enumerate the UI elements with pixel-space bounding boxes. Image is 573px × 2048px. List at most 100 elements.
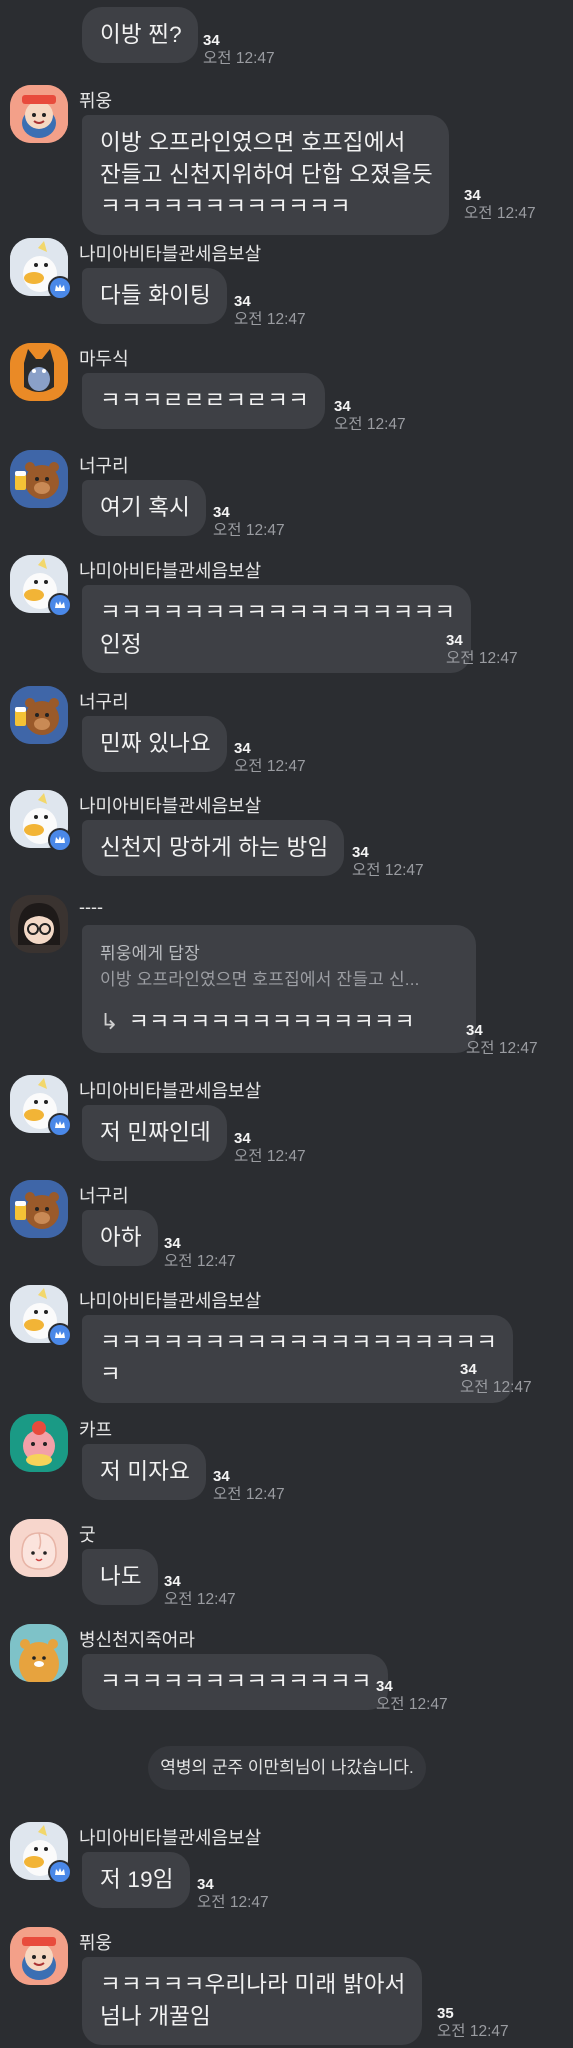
message-meta: 34 오전 12:47: [234, 740, 306, 776]
sender-name: 퓌웅: [79, 1933, 113, 1953]
unread-count: 35: [437, 2005, 454, 2022]
pink-character-avatar-icon: [10, 1414, 68, 1472]
message-bubble[interactable]: ㅋㅋㅋㅋㅋㅋㅋㅋㅋㅋㅋㅋㅋㅋㅋㅋㅋ 인정: [82, 585, 472, 673]
message-time: 오전 12:47: [164, 1253, 236, 1270]
message-line: 넘나 개꿀임: [100, 2004, 211, 2029]
crown-icon: [55, 284, 65, 291]
unread-count: 34: [213, 504, 230, 521]
message-bubble[interactable]: 여기 혹시: [82, 480, 207, 536]
sender-name: 나미아비타블관세음보살: [79, 1291, 262, 1311]
unread-count: 34: [197, 1876, 214, 1893]
message-line: ㅋㅋㅋㅋㅋㅋㅋㅋㅋㅋㅋㅋㅋ: [100, 1669, 372, 1694]
peach-avatar-icon: [10, 1519, 68, 1577]
avatar-punch[interactable]: [10, 85, 68, 143]
message-bubble[interactable]: 민짜 있나요: [82, 716, 227, 772]
sender-name: ----: [79, 897, 103, 917]
avatar-girl[interactable]: [10, 895, 68, 953]
punch-character-avatar-icon: [10, 85, 68, 143]
reply-message-bubble[interactable]: 퓌웅에게 답장 이방 오프라인였으면 호프집에서 잔들고 신... ↳ ㅋㅋㅋㅋㅋ…: [82, 925, 476, 1053]
message-time: 오전 12:47: [213, 1486, 285, 1503]
crown-icon: [55, 1121, 65, 1128]
crown-icon: [55, 1331, 65, 1338]
sender-name: 너구리: [79, 456, 129, 476]
message-meta: 34 오전 12:47: [460, 1361, 532, 1397]
message-line: 저 민짜인데: [100, 1120, 211, 1145]
sender-name: 나미아비타블관세음보살: [79, 1081, 262, 1101]
avatar-peach[interactable]: [10, 1519, 68, 1577]
message-bubble[interactable]: ㅋㅋㅋㅋㅋㅋㅋㅋㅋㅋㅋㅋㅋㅋㅋㅋㅋㅋㅋ ㅋ: [82, 1315, 514, 1403]
message-line: 아하: [100, 1225, 142, 1250]
message-line: ↳ ㅋㅋㅋㅋㅋㅋㅋㅋㅋㅋㅋㅋㅋㅋ: [100, 1007, 458, 1037]
avatar-bear[interactable]: [10, 686, 68, 744]
message-time: 오전 12:47: [334, 416, 406, 433]
message-meta: 34 오전 12:47: [446, 632, 518, 668]
bear-with-beer-avatar-icon: [10, 686, 68, 744]
unread-count: 34: [234, 740, 251, 757]
message-bubble[interactable]: 나도: [82, 1549, 158, 1605]
unread-count: 34: [460, 1361, 477, 1378]
message-bubble[interactable]: 저 민짜인데: [82, 1105, 227, 1161]
host-crown-badge: [48, 828, 72, 852]
message-meta: 35 오전 12:47: [437, 2005, 509, 2041]
message-line: 이방 찐?: [100, 22, 182, 47]
sender-name: 나미아비타블관세음보살: [79, 561, 262, 581]
punch-character-avatar-icon: [10, 1927, 68, 1985]
sender-name: 나미아비타블관세음보살: [79, 1828, 262, 1848]
message-meta: 34 오전 12:47: [164, 1235, 236, 1271]
message-time: 오전 12:47: [203, 50, 275, 67]
bear-with-beer-avatar-icon: [10, 1180, 68, 1238]
message-bubble[interactable]: ㅋㅋㅋㅋㅋ우리나라 미래 밝아서 넘나 개꿀임: [82, 1957, 422, 2045]
host-crown-badge: [48, 1113, 72, 1137]
avatar-frog[interactable]: [10, 1414, 68, 1472]
avatar-punch[interactable]: [10, 1927, 68, 1985]
message-bubble[interactable]: 이방 찐?: [82, 7, 198, 63]
unread-count: 34: [234, 293, 251, 310]
sender-name: 너구리: [79, 692, 129, 712]
message-meta: 34 오전 12:47: [234, 1130, 306, 1166]
message-bubble[interactable]: ㅋㅋㅋㄹㄹㄹㅋㄹㅋㅋ: [82, 373, 326, 429]
sender-name: 너구리: [79, 1186, 129, 1206]
message-time: 오전 12:47: [234, 758, 306, 775]
message-bubble[interactable]: 이방 오프라인였으면 호프집에서 잔들고 신천지위하여 단합 오졌을듯 ㅋㅋㅋㅋ…: [82, 115, 449, 235]
message-time: 오전 12:47: [466, 1040, 538, 1057]
message-line: ㅋㅋㅋㅋㅋㅋㅋㅋㅋㅋㅋㅋㅋㅋㅋㅋㅋ: [100, 600, 456, 625]
avatar-bear[interactable]: [10, 1180, 68, 1238]
message-time: 오전 12:47: [437, 2023, 509, 2040]
lion-avatar-icon: [10, 1624, 68, 1682]
sender-name: 나미아비타블관세음보살: [79, 796, 262, 816]
message-meta: 34 오전 12:47: [213, 504, 285, 540]
message-meta: 34 오전 12:47: [464, 187, 536, 223]
unread-count: 34: [164, 1235, 181, 1252]
system-notice: 역병의 군주 이만희님이 나갔습니다.: [148, 1746, 426, 1790]
message-bubble[interactable]: 저 19임: [82, 1852, 190, 1908]
message-time: 오전 12:47: [446, 650, 518, 667]
message-time: 오전 12:47: [234, 311, 306, 328]
message-bubble[interactable]: 아하: [82, 1210, 158, 1266]
crown-icon: [55, 836, 65, 843]
message-meta: 34 오전 12:47: [164, 1573, 236, 1609]
sender-name: 퓌웅: [79, 91, 113, 111]
unread-count: 34: [466, 1022, 483, 1039]
message-meta: 34 오전 12:47: [203, 32, 275, 68]
message-line: 잔들고 신천지위하여 단합 오졌을듯: [100, 162, 433, 187]
message-bubble[interactable]: 저 미자요: [82, 1444, 207, 1500]
avatar-lion[interactable]: [10, 1624, 68, 1682]
unread-count: 34: [164, 1573, 181, 1590]
message-time: 오전 12:47: [213, 522, 285, 539]
message-meta: 34 오전 12:47: [352, 844, 424, 880]
sender-name: 마두식: [79, 349, 129, 369]
message-bubble[interactable]: ㅋㅋㅋㅋㅋㅋㅋㅋㅋㅋㅋㅋㅋ: [82, 1654, 388, 1710]
message-line: 여기 혹시: [100, 495, 191, 520]
message-line: 신천지 망하게 하는 방임: [100, 835, 329, 860]
girl-with-glasses-avatar-icon: [10, 895, 68, 953]
sender-name: 굿: [79, 1525, 96, 1545]
avatar-bear[interactable]: [10, 450, 68, 508]
message-time: 오전 12:47: [164, 1591, 236, 1608]
message-bubble[interactable]: 다들 화이팅: [82, 268, 227, 324]
unread-count: 34: [334, 398, 351, 415]
host-crown-badge: [48, 1323, 72, 1347]
reply-quote[interactable]: 이방 오프라인였으면 호프집에서 잔들고 신...: [100, 967, 458, 993]
message-bubble[interactable]: 신천지 망하게 하는 방임: [82, 820, 345, 876]
black-cat-avatar-icon: [10, 343, 68, 401]
avatar-muzi[interactable]: [10, 343, 68, 401]
